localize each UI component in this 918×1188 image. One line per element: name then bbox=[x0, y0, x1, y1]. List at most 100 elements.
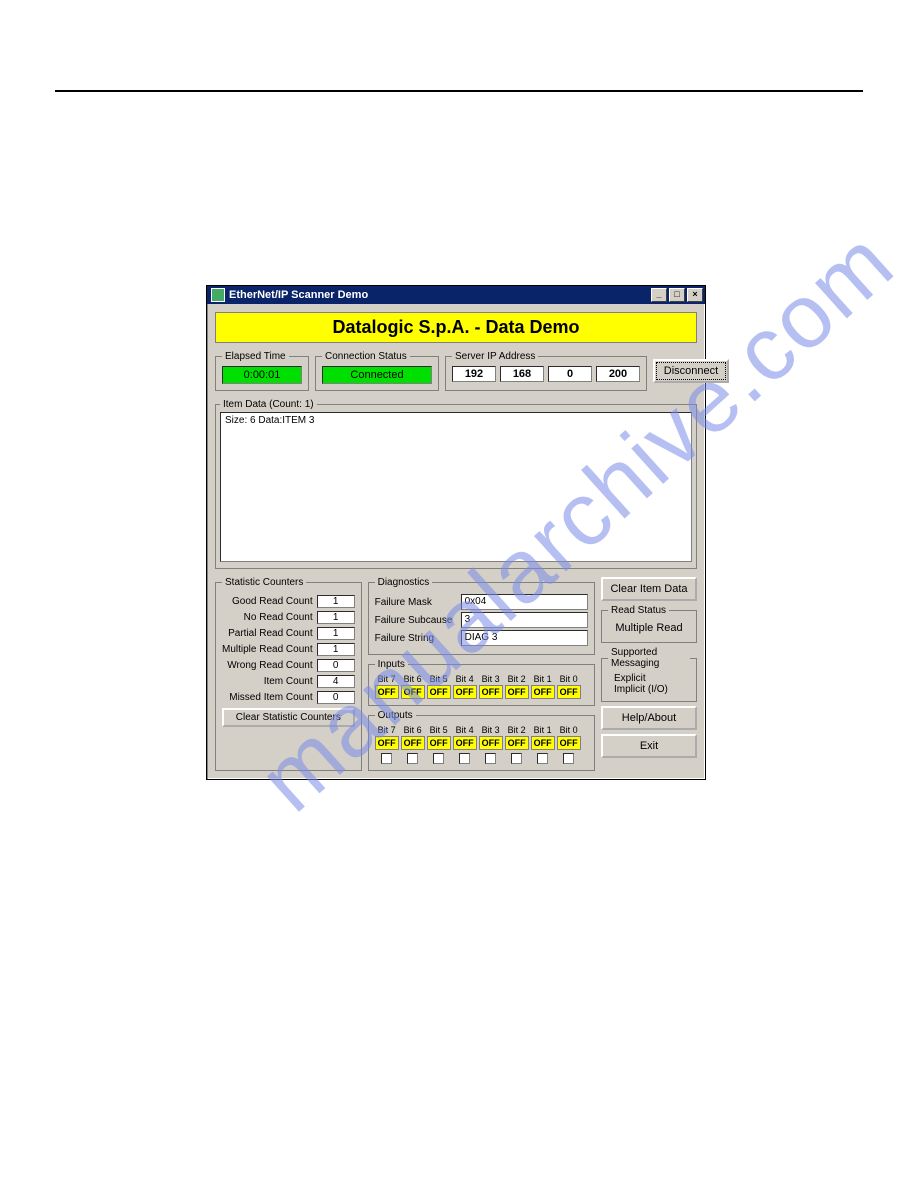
inputs-legend: Inputs bbox=[375, 659, 408, 670]
failure-mask-field[interactable]: 0x04 bbox=[461, 594, 588, 610]
supported-messaging-group: Supported Messaging Explicit Implicit (I… bbox=[601, 647, 697, 702]
wrong-read-count-value: 0 bbox=[317, 659, 355, 672]
no-read-count-value: 1 bbox=[317, 611, 355, 624]
ip-octet-2[interactable]: 0 bbox=[548, 366, 592, 382]
server-ip-legend: Server IP Address bbox=[452, 351, 538, 362]
help-about-button[interactable]: Help/About bbox=[601, 706, 697, 730]
elapsed-time-value: 0:00:01 bbox=[222, 366, 302, 384]
output-bit-5: OFF bbox=[427, 736, 451, 750]
outputs-group: Outputs Bit 7OFF Bit 6OFF Bit 5OFF Bit 4… bbox=[368, 710, 595, 771]
ip-octet-3[interactable]: 200 bbox=[596, 366, 640, 382]
input-bit-6: OFF bbox=[401, 685, 425, 699]
messaging-implicit: Implicit (I/O) bbox=[608, 684, 690, 695]
output-bit-2-checkbox[interactable] bbox=[511, 753, 522, 764]
stat-label: Multiple Read Count bbox=[222, 644, 313, 655]
output-bit-label: Bit 5 bbox=[430, 725, 448, 735]
stat-row: No Read Count 1 bbox=[222, 611, 355, 624]
input-bit-5: OFF bbox=[427, 685, 451, 699]
input-bit-label: Bit 1 bbox=[534, 674, 552, 684]
multiple-read-count-value: 1 bbox=[317, 643, 355, 656]
input-bit-0: OFF bbox=[557, 685, 581, 699]
failure-string-field[interactable]: DIAG 3 bbox=[461, 630, 588, 646]
disconnect-button[interactable]: Disconnect bbox=[653, 359, 729, 383]
diagnostics-group: Diagnostics Failure Mask0x04 Failure Sub… bbox=[368, 577, 595, 655]
connection-status-legend: Connection Status bbox=[322, 351, 410, 362]
ip-octet-0[interactable]: 192 bbox=[452, 366, 496, 382]
input-bit-label: Bit 3 bbox=[482, 674, 500, 684]
missed-item-count-value: 0 bbox=[317, 691, 355, 704]
minimize-button[interactable]: _ bbox=[651, 288, 667, 302]
stat-row: Good Read Count1 bbox=[222, 595, 355, 608]
connection-status-group: Connection Status Connected bbox=[315, 351, 439, 391]
output-bit-label: Bit 6 bbox=[404, 725, 422, 735]
read-status-group: Read Status Multiple Read bbox=[601, 605, 697, 643]
output-bit-label: Bit 2 bbox=[508, 725, 526, 735]
output-bit-3-checkbox[interactable] bbox=[485, 753, 496, 764]
inputs-group: Inputs Bit 7OFF Bit 6OFF Bit 5OFF Bit 4O… bbox=[368, 659, 595, 706]
output-bit-4: OFF bbox=[453, 736, 477, 750]
input-bit-2: OFF bbox=[505, 685, 529, 699]
partial-read-count-value: 1 bbox=[317, 627, 355, 640]
input-bit-label: Bit 7 bbox=[378, 674, 396, 684]
item-count-value: 4 bbox=[317, 675, 355, 688]
output-bit-7: OFF bbox=[375, 736, 399, 750]
input-bit-3: OFF bbox=[479, 685, 503, 699]
titlebar: EtherNet/IP Scanner Demo _ □ × bbox=[207, 286, 705, 304]
output-bit-1: OFF bbox=[531, 736, 555, 750]
exit-button[interactable]: Exit bbox=[601, 734, 697, 758]
read-status-value: Multiple Read bbox=[608, 620, 690, 636]
output-bit-label: Bit 3 bbox=[482, 725, 500, 735]
item-data-line: Size: 6 Data:ITEM 3 bbox=[225, 415, 314, 426]
output-bit-label: Bit 0 bbox=[560, 725, 578, 735]
output-bit-6-checkbox[interactable] bbox=[407, 753, 418, 764]
output-bit-5-checkbox[interactable] bbox=[433, 753, 444, 764]
good-read-count-value: 1 bbox=[317, 595, 355, 608]
stat-row: Multiple Read Count 1 bbox=[222, 643, 355, 656]
page-divider bbox=[55, 90, 863, 92]
output-bit-label: Bit 7 bbox=[378, 725, 396, 735]
output-bit-6: OFF bbox=[401, 736, 425, 750]
input-bit-label: Bit 5 bbox=[430, 674, 448, 684]
app-icon bbox=[211, 288, 225, 302]
output-bit-7-checkbox[interactable] bbox=[381, 753, 392, 764]
item-data-group: Item Data (Count: 1) Size: 6 Data:ITEM 3 bbox=[215, 399, 697, 569]
item-data-text[interactable]: Size: 6 Data:ITEM 3 bbox=[220, 412, 692, 562]
stat-label: Wrong Read Count bbox=[222, 660, 313, 671]
stat-row: Partial Read Count 1 bbox=[222, 627, 355, 640]
input-bit-label: Bit 2 bbox=[508, 674, 526, 684]
ip-octet-1[interactable]: 168 bbox=[500, 366, 544, 382]
close-button[interactable]: × bbox=[687, 288, 703, 302]
clear-statistic-counters-button[interactable]: Clear Statistic Counters bbox=[222, 708, 355, 727]
output-bit-label: Bit 4 bbox=[456, 725, 474, 735]
stat-row: Missed Item Count0 bbox=[222, 691, 355, 704]
stat-label: Item Count bbox=[222, 676, 313, 687]
input-bit-label: Bit 4 bbox=[456, 674, 474, 684]
failure-string-label: Failure String bbox=[375, 633, 455, 644]
app-window: EtherNet/IP Scanner Demo _ □ × Datalogic… bbox=[206, 285, 706, 780]
clear-item-data-button[interactable]: Clear Item Data bbox=[601, 577, 697, 601]
stat-row: Item Count 4 bbox=[222, 675, 355, 688]
input-bit-1: OFF bbox=[531, 685, 555, 699]
elapsed-time-group: Elapsed Time 0:00:01 bbox=[215, 351, 309, 391]
supported-messaging-legend: Supported Messaging bbox=[608, 647, 690, 669]
output-bit-label: Bit 1 bbox=[534, 725, 552, 735]
read-status-legend: Read Status bbox=[608, 605, 669, 616]
outputs-legend: Outputs bbox=[375, 710, 416, 721]
output-bit-0-checkbox[interactable] bbox=[563, 753, 574, 764]
input-bit-label: Bit 0 bbox=[560, 674, 578, 684]
stat-label: Partial Read Count bbox=[222, 628, 313, 639]
output-bit-4-checkbox[interactable] bbox=[459, 753, 470, 764]
failure-subcause-field[interactable]: 3 bbox=[461, 612, 588, 628]
server-ip-group: Server IP Address 192 168 0 200 bbox=[445, 351, 647, 391]
window-title: EtherNet/IP Scanner Demo bbox=[229, 289, 649, 301]
output-bit-0: OFF bbox=[557, 736, 581, 750]
diagnostics-legend: Diagnostics bbox=[375, 577, 433, 588]
stat-label: No Read Count bbox=[222, 612, 313, 623]
output-bit-1-checkbox[interactable] bbox=[537, 753, 548, 764]
statistic-counters-group: Statistic Counters Good Read Count1 No R… bbox=[215, 577, 362, 771]
input-bit-4: OFF bbox=[453, 685, 477, 699]
failure-mask-label: Failure Mask bbox=[375, 597, 455, 608]
maximize-button[interactable]: □ bbox=[669, 288, 685, 302]
statistic-counters-legend: Statistic Counters bbox=[222, 577, 306, 588]
item-data-legend: Item Data (Count: 1) bbox=[220, 399, 317, 410]
